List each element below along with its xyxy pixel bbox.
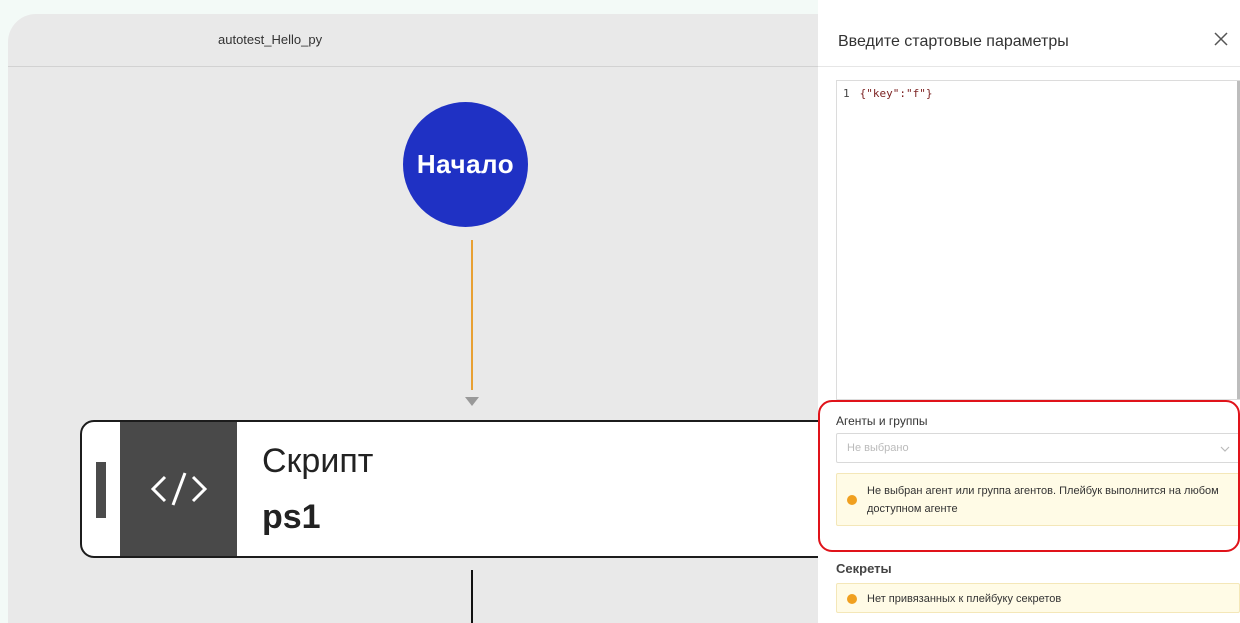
flow-canvas[interactable]: autotest_Hello_py Начало Скрипт ps1 <box>8 14 828 623</box>
playbook-title: autotest_Hello_py <box>218 32 323 47</box>
start-node[interactable]: Начало <box>403 102 528 227</box>
panel-divider <box>818 66 1240 67</box>
script-node[interactable]: Скрипт ps1 <box>80 420 828 558</box>
secrets-warning: Нет привязанных к плейбуку секретов <box>836 583 1240 613</box>
panel-title: Введите стартовые параметры <box>838 33 1069 50</box>
code-icon <box>120 422 237 556</box>
code-text: {"key":"f"} <box>859 87 933 100</box>
script-node-name: ps1 <box>262 498 321 536</box>
agents-highlight-annotation <box>818 400 1240 552</box>
edge-script-to-next <box>471 570 473 623</box>
warning-icon <box>847 594 857 604</box>
edge-arrow-icon <box>465 397 479 406</box>
canvas-header: autotest_Hello_py <box>8 14 828 67</box>
start-node-label: Начало <box>416 149 515 179</box>
code-line: 1 {"key":"f"} <box>843 87 932 100</box>
secrets-label: Секреты <box>836 561 892 576</box>
edge-start-to-script <box>471 240 473 390</box>
secrets-warning-text: Нет привязанных к плейбуку секретов <box>867 593 1062 605</box>
close-icon[interactable] <box>1210 28 1232 50</box>
drag-handle[interactable] <box>96 462 106 518</box>
script-node-type: Скрипт <box>262 442 374 480</box>
json-params-editor[interactable]: 1 {"key":"f"} <box>836 80 1240 400</box>
line-number: 1 <box>843 87 850 100</box>
